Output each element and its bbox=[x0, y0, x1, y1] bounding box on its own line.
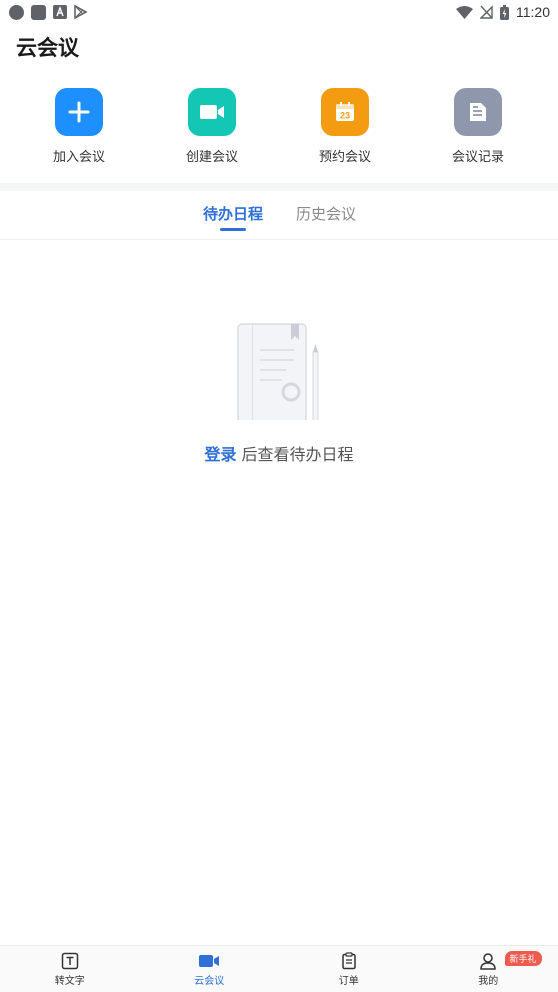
join-meeting-button[interactable]: 加入会议 bbox=[19, 88, 139, 165]
nav-item-orders[interactable]: 订单 bbox=[279, 946, 419, 992]
document-icon bbox=[470, 103, 486, 121]
login-link[interactable]: 登录 bbox=[204, 445, 236, 464]
circle-icon bbox=[9, 4, 24, 20]
create-meeting-icon-tile bbox=[188, 88, 236, 136]
join-meeting-icon-tile bbox=[55, 88, 103, 136]
a-badge-icon bbox=[53, 5, 67, 19]
play-store-icon bbox=[74, 5, 87, 19]
section-divider bbox=[0, 183, 558, 191]
nav-label-cloud-meeting: 云会议 bbox=[194, 976, 225, 987]
calendar-icon: 23 bbox=[336, 102, 354, 121]
tab-meeting-history[interactable]: 历史会议 bbox=[296, 203, 356, 224]
video-camera-icon bbox=[199, 955, 220, 967]
meeting-records-icon-tile bbox=[454, 88, 502, 136]
schedule-meeting-label: 预约会议 bbox=[318, 150, 371, 165]
wifi-icon bbox=[456, 5, 473, 19]
calendar-day: 23 bbox=[340, 111, 350, 121]
status-time: 11:20 bbox=[516, 4, 550, 20]
page-title: 云会议 bbox=[16, 36, 79, 60]
battery-charging-icon bbox=[500, 4, 509, 20]
schedule-tabs: 待办日程 历史会议 bbox=[0, 191, 558, 240]
bottom-nav: 转文字 云会议 订单 我的 新手礼 bbox=[0, 945, 558, 992]
create-meeting-button[interactable]: 创建会议 bbox=[152, 88, 272, 165]
schedule-meeting-button[interactable]: 23 预约会议 bbox=[285, 88, 405, 165]
schedule-meeting-icon-tile: 23 bbox=[321, 88, 369, 136]
newbie-gift-badge[interactable]: 新手礼 bbox=[504, 951, 542, 966]
text-box-icon bbox=[61, 952, 78, 970]
square-icon bbox=[31, 4, 46, 20]
nav-label-orders: 订单 bbox=[338, 976, 359, 987]
empty-state-text: 后查看待办日程 bbox=[236, 445, 354, 464]
tab-pending-schedule[interactable]: 待办日程 bbox=[203, 203, 263, 224]
clipboard-icon bbox=[342, 952, 356, 970]
status-right-icons: 11:20 bbox=[456, 4, 550, 20]
empty-state-message: 登录 后查看待办日程 bbox=[0, 441, 558, 465]
create-meeting-label: 创建会议 bbox=[185, 150, 238, 165]
nav-item-profile[interactable]: 我的 新手礼 bbox=[419, 946, 558, 992]
video-camera-icon bbox=[200, 105, 224, 119]
meeting-records-button[interactable]: 会议记录 bbox=[418, 88, 538, 165]
quick-actions: 加入会议 创建会议 23 预约会议 会议记录 bbox=[0, 88, 558, 168]
nav-label-transcribe: 转文字 bbox=[54, 976, 85, 987]
person-icon bbox=[480, 953, 497, 970]
no-signal-icon bbox=[480, 5, 493, 19]
nav-item-transcribe[interactable]: 转文字 bbox=[0, 946, 140, 992]
notebook-pencil-icon bbox=[236, 323, 326, 424]
meeting-records-label: 会议记录 bbox=[451, 150, 504, 165]
status-left-icons bbox=[9, 4, 87, 20]
nav-item-cloud-meeting[interactable]: 云会议 bbox=[140, 946, 280, 992]
join-meeting-label: 加入会议 bbox=[52, 150, 105, 165]
active-tab-indicator bbox=[220, 228, 246, 231]
nav-label-profile: 我的 bbox=[478, 976, 499, 987]
status-bar: 11:20 bbox=[0, 0, 558, 24]
plus-icon bbox=[68, 101, 90, 123]
